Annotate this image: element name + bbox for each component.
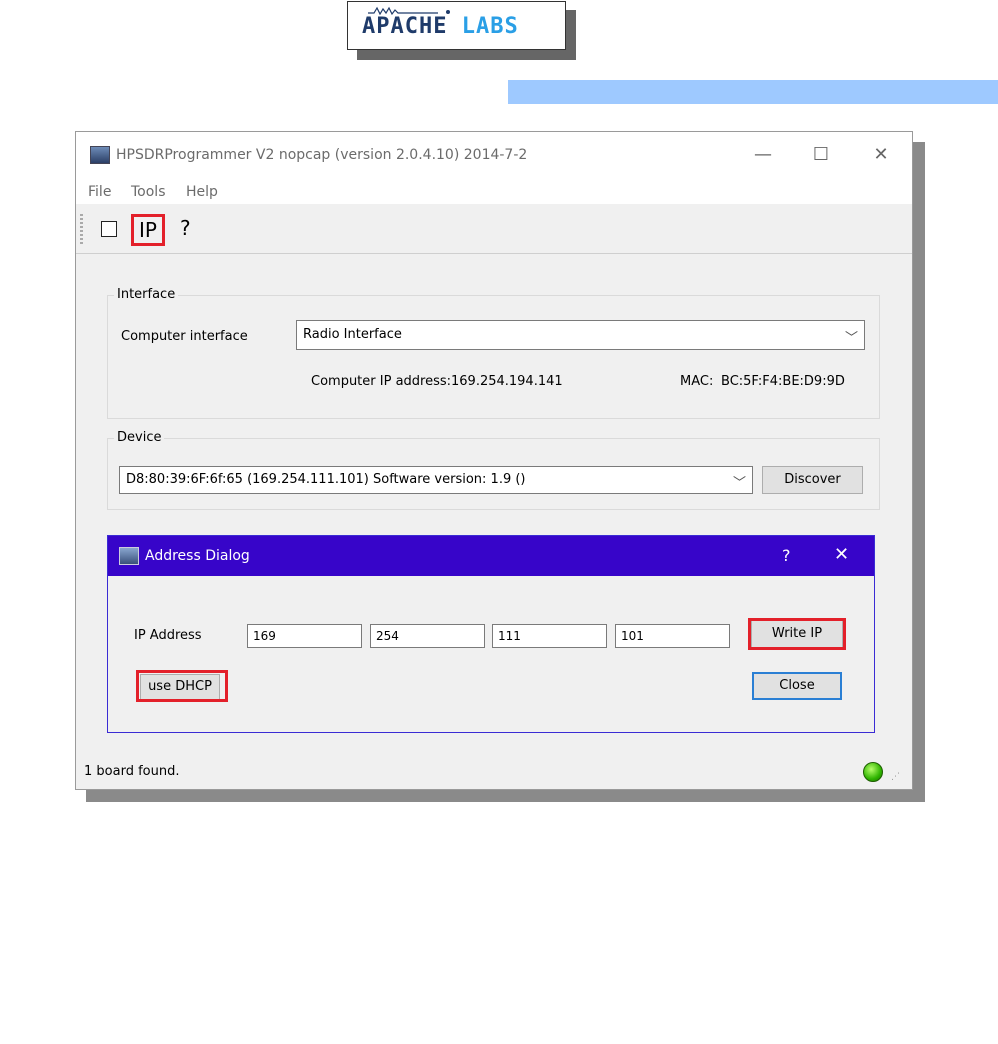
header-bar — [508, 80, 998, 104]
menu-tools[interactable]: Tools — [131, 184, 166, 200]
close-window-button[interactable]: ✕ — [861, 140, 901, 170]
window-title: HPSDRProgrammer V2 nopcap (version 2.0.4… — [116, 147, 528, 163]
logo-text: APACHE LABS — [362, 14, 519, 39]
chevron-down-icon: ﹀ — [844, 331, 858, 346]
dialog-title-bar[interactable]: Address Dialog ? ✕ — [108, 536, 874, 576]
dialog-title: Address Dialog — [145, 548, 250, 564]
dialog-help-button[interactable]: ? — [782, 546, 791, 565]
computer-interface-label: Computer interface — [121, 329, 248, 344]
close-button[interactable]: Close — [752, 672, 842, 700]
app-icon — [90, 146, 110, 164]
menu-help[interactable]: Help — [186, 184, 218, 200]
mac-value: BC:5F:F4:BE:D9:9D — [721, 374, 845, 389]
status-text: 1 board found. — [84, 764, 180, 779]
dialog-app-icon — [119, 547, 139, 565]
write-ip-highlight — [748, 618, 846, 650]
programmer-window: HPSDRProgrammer V2 nopcap (version 2.0.4… — [75, 131, 913, 790]
menu-file[interactable]: File — [88, 184, 111, 200]
toolbar-checkbox[interactable] — [101, 221, 117, 237]
computer-interface-select[interactable]: Radio Interface ﹀ — [296, 320, 865, 350]
chevron-down-icon: ﹀ — [732, 476, 746, 491]
address-dialog: Address Dialog ? ✕ IP Address 169 254 11… — [107, 535, 875, 733]
menu-bar: File Tools Help — [76, 178, 912, 204]
ip-tool-button[interactable]: IP — [131, 214, 165, 246]
device-group-label: Device — [114, 430, 165, 445]
maximize-button[interactable]: ☐ — [801, 140, 841, 170]
apache-labs-logo: APACHE LABS — [347, 1, 566, 50]
ip-octet-1[interactable]: 169 — [247, 624, 362, 648]
computer-interface-value: Radio Interface — [303, 327, 402, 342]
computer-ip-label: Computer IP address: — [311, 374, 452, 389]
discover-button[interactable]: Discover — [762, 466, 863, 494]
toolbar-grip[interactable] — [80, 214, 83, 244]
toolbar: IP ? — [76, 204, 912, 254]
computer-ip-value: 169.254.194.141 — [451, 374, 563, 389]
ip-octet-4[interactable]: 101 — [615, 624, 730, 648]
use-dhcp-highlight — [136, 670, 228, 702]
device-value: D8:80:39:6F:6f:65 (169.254.111.101) Soft… — [126, 472, 526, 487]
device-select[interactable]: D8:80:39:6F:6f:65 (169.254.111.101) Soft… — [119, 466, 753, 494]
dialog-close-icon[interactable]: ✕ — [834, 544, 849, 565]
ip-address-label: IP Address — [134, 628, 202, 643]
status-led-icon — [863, 762, 883, 782]
ip-octet-3[interactable]: 111 — [492, 624, 607, 648]
ip-octet-2[interactable]: 254 — [370, 624, 485, 648]
mac-label: MAC: — [680, 374, 714, 389]
minimize-button[interactable]: — — [743, 140, 783, 170]
size-grip-icon[interactable]: ⋰ — [891, 772, 900, 782]
title-bar[interactable]: HPSDRProgrammer V2 nopcap (version 2.0.4… — [76, 132, 912, 178]
help-tool-button[interactable]: ? — [180, 216, 191, 240]
interface-group — [107, 295, 880, 419]
interface-group-label: Interface — [114, 287, 179, 302]
